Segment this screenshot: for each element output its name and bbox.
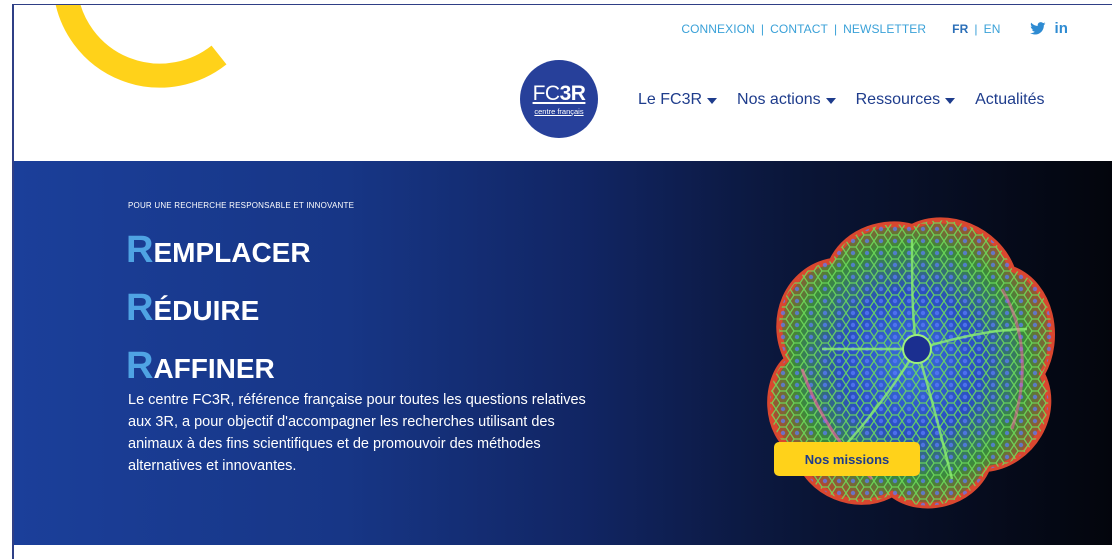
separator: | xyxy=(974,21,978,36)
site-header: CONNEXION | CONTACT | NEWSLETTER FR | EN… xyxy=(14,5,1112,161)
nav-item-ressources[interactable]: Ressources xyxy=(855,91,956,109)
linkedin-icon[interactable]: in xyxy=(1054,21,1068,36)
decorative-arc xyxy=(55,5,227,88)
lang-en-link[interactable]: EN xyxy=(984,22,1001,36)
caret-down-icon xyxy=(825,98,836,104)
hero-banner: POUR UNE RECHERCHE RESPONSABLE ET INNOVA… xyxy=(14,161,1112,545)
headline-reduire: RÉDUIRE xyxy=(126,285,311,343)
hero-description: Le centre FC3R, référence française pour… xyxy=(128,392,586,474)
caret-down-icon xyxy=(707,98,718,104)
contact-link[interactable]: CONTACT xyxy=(770,22,828,36)
nav-item-label: Le FC3R xyxy=(638,91,703,108)
below-hero-area xyxy=(14,545,1112,559)
logo-subtitle: centre français xyxy=(534,106,584,116)
nav-item-actualites[interactable]: Actualités xyxy=(975,91,1044,109)
headline-rest: ÉDUIRE xyxy=(153,295,260,326)
separator: | xyxy=(833,21,838,36)
headline-initial: R xyxy=(126,229,154,271)
language-switcher: FR | EN xyxy=(952,22,1000,36)
nav-item-label: Ressources xyxy=(855,91,941,108)
nav-item-nos-actions[interactable]: Nos actions xyxy=(737,91,836,109)
utility-bar: CONNEXION | CONTACT | NEWSLETTER FR | EN… xyxy=(681,21,1068,36)
connexion-link[interactable]: CONNEXION xyxy=(681,22,755,36)
caret-down-icon xyxy=(945,98,956,104)
twitter-bird-icon[interactable] xyxy=(1030,22,1047,35)
hero-kicker: POUR UNE RECHERCHE RESPONSABLE ET INNOVA… xyxy=(128,201,355,210)
page: CONNEXION | CONTACT | NEWSLETTER FR | EN… xyxy=(12,4,1112,559)
main-nav: Le FC3R Nos actions Ressources Actualité… xyxy=(638,91,1044,109)
logo-wordmark: FC3R xyxy=(533,83,586,104)
nos-missions-button[interactable]: Nos missions xyxy=(774,442,920,476)
logo-prefix: FC xyxy=(532,81,561,105)
separator: | xyxy=(760,21,765,36)
newsletter-link[interactable]: NEWSLETTER xyxy=(843,22,926,36)
nav-item-label: Nos actions xyxy=(737,91,821,108)
nav-item-le-fc3r[interactable]: Le FC3R xyxy=(638,91,718,109)
headline-rest: EMPLACER xyxy=(153,237,311,268)
logo-suffix: 3R xyxy=(559,81,586,105)
headline-remplacer: REMPLACER xyxy=(126,227,311,285)
social-links: in xyxy=(1030,21,1068,36)
nav-item-label: Actualités xyxy=(975,91,1045,108)
site-logo[interactable]: FC3R centre français xyxy=(520,60,598,138)
hero-headline: REMPLACER RÉDUIRE RAFFINER xyxy=(126,227,311,401)
headline-initial: R xyxy=(126,345,154,387)
headline-initial: R xyxy=(126,287,154,329)
headline-rest: AFFINER xyxy=(153,353,275,384)
lang-fr-link[interactable]: FR xyxy=(952,22,968,36)
